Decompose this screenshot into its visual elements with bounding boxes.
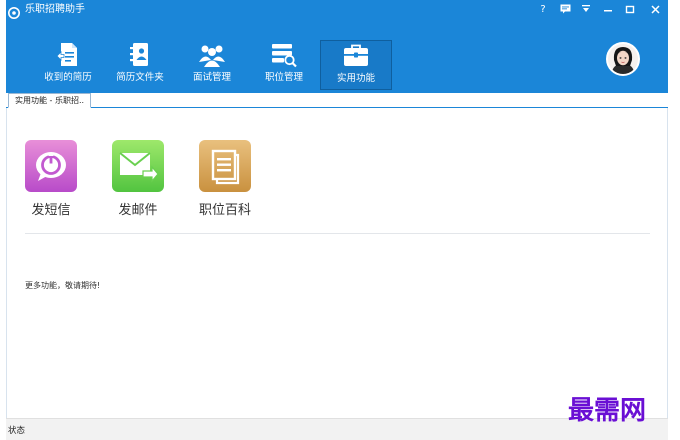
menu-icon[interactable] <box>579 1 593 17</box>
message-icon[interactable] <box>558 1 572 17</box>
status-text: 状态 <box>8 426 26 436</box>
nav-item-label: 实用功能 <box>336 73 375 84</box>
minimize-icon[interactable] <box>601 1 615 17</box>
more-features-text: 更多功能，敬请期待! <box>25 281 101 290</box>
job-encyclopedia-button[interactable]: 职位百科 <box>195 140 255 218</box>
avatar[interactable] <box>606 42 640 76</box>
close-icon[interactable] <box>648 1 662 17</box>
sms-power-icon <box>25 140 77 192</box>
document-list-icon <box>199 140 251 192</box>
help-button[interactable]: ? <box>536 1 550 17</box>
inbox-resume-icon <box>53 42 83 68</box>
nav-item-label: 职位管理 <box>264 72 303 83</box>
header: 乐职招聘助手 ? 收到的简历 简历文件夹 面试管理 职位管理 实用功能 <box>6 0 668 93</box>
nav-item-label: 简历文件夹 <box>116 72 164 83</box>
nav-item-job-management[interactable]: 职位管理 <box>248 40 320 90</box>
toolbox-icon <box>341 43 371 69</box>
tool-label: 职位百科 <box>198 203 251 218</box>
tool-label: 发邮件 <box>118 203 158 218</box>
resume-folder-icon <box>125 42 155 68</box>
nav-item-resume-folder[interactable]: 简历文件夹 <box>104 40 176 90</box>
maximize-icon[interactable] <box>623 1 637 17</box>
people-group-icon <box>197 42 227 68</box>
tool-label: 发短信 <box>31 203 71 218</box>
title-bar: 乐职招聘助手 ? <box>6 0 668 20</box>
watermark-text: 最需网 <box>568 396 647 426</box>
nav-item-received-resumes[interactable]: 收到的简历 <box>32 40 104 90</box>
send-sms-button[interactable]: 发短信 <box>21 140 81 218</box>
nav-item-label: 收到的简历 <box>44 72 92 83</box>
tab-bar: 实用功能 - 乐职招.. <box>6 93 668 108</box>
mail-send-icon <box>112 140 164 192</box>
main-content: 发短信 发邮件 职位百科 更多功能，敬请期待! <box>6 108 668 418</box>
divider <box>25 233 650 234</box>
nav-item-label: 面试管理 <box>192 72 231 83</box>
app-logo-icon <box>8 4 20 19</box>
tab-practical-functions[interactable]: 实用功能 - 乐职招.. <box>8 93 92 108</box>
send-email-button[interactable]: 发邮件 <box>108 140 168 218</box>
job-search-icon <box>269 42 299 68</box>
app-title: 乐职招聘助手 <box>25 4 85 15</box>
nav-item-interview-management[interactable]: 面试管理 <box>176 40 248 90</box>
app-window: 乐职招聘助手 ? 收到的简历 简历文件夹 面试管理 职位管理 实用功能 实用功能… <box>6 0 668 440</box>
nav-item-practical-functions[interactable]: 实用功能 <box>320 40 392 90</box>
